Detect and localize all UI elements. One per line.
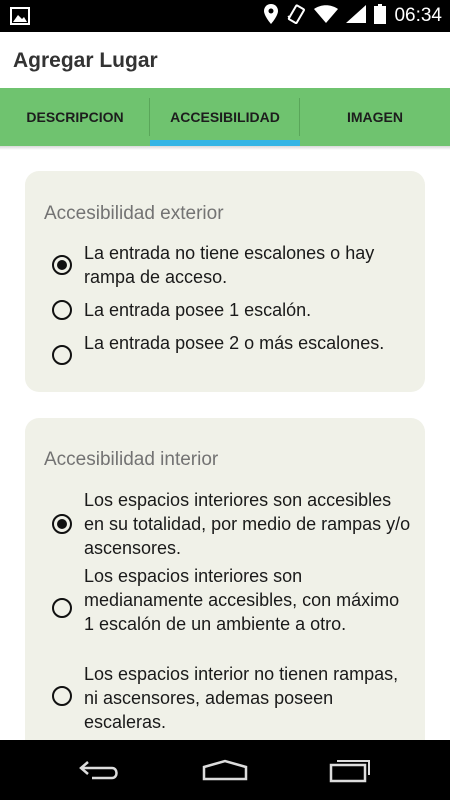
home-icon [202, 759, 248, 781]
radio-button[interactable] [52, 345, 72, 365]
interior-section-title: Accesibilidad interior [44, 449, 219, 470]
option-label: Los espacios interior no tienen rampas, … [84, 664, 399, 732]
exterior-section-title: Accesibilidad exterior [44, 203, 224, 224]
option-label: Los espacios interiores son accesibles e… [84, 490, 411, 558]
radio-button[interactable] [52, 300, 72, 320]
recent-apps-icon [329, 760, 370, 783]
clock: 06:34 [394, 5, 442, 26]
content-area[interactable]: Accesibilidad exterior La entrada no tie… [0, 150, 450, 740]
tab-label: ACCESIBILIDAD [170, 109, 280, 125]
option-label: La entrada posee 2 o más escalones. [84, 333, 385, 353]
navigation-bar [0, 740, 450, 800]
tab-accesibilidad[interactable]: ACCESIBILIDAD [150, 88, 300, 146]
exterior-accessibility-card: Accesibilidad exterior La entrada no tie… [25, 171, 425, 392]
page-title: Agregar Lugar [13, 49, 158, 72]
status-bar: 06:34 [0, 0, 450, 32]
action-bar: Agregar Lugar [0, 32, 450, 88]
location-icon [264, 3, 279, 29]
tab-descripcion[interactable]: DESCRIPCION [0, 88, 150, 146]
tab-label: IMAGEN [347, 109, 403, 125]
back-icon [79, 761, 118, 780]
recent-apps-button[interactable] [305, 740, 395, 800]
interior-accessibility-card: Accesibilidad interior Los espacios inte… [25, 418, 425, 740]
radio-button-checked[interactable] [52, 514, 72, 534]
radio-button[interactable] [52, 686, 72, 706]
option-label: La entrada no tiene escalones o hay ramp… [84, 243, 375, 287]
image-notification-icon [10, 7, 30, 30]
tab-bar: DESCRIPCION ACCESIBILIDAD IMAGEN [0, 88, 450, 146]
wifi-icon [314, 4, 339, 28]
radio-button[interactable] [52, 598, 72, 618]
tab-imagen[interactable]: IMAGEN [300, 88, 450, 146]
vibrate-icon [286, 3, 306, 29]
option-label: Los espacios interiores son medianamente… [84, 566, 400, 634]
battery-icon [374, 3, 387, 29]
option-label: La entrada posee 1 escalón. [84, 300, 312, 320]
back-button[interactable] [55, 740, 145, 800]
home-button[interactable] [180, 740, 270, 800]
radio-button-checked[interactable] [52, 255, 72, 275]
tab-label: DESCRIPCION [26, 109, 124, 125]
signal-icon [346, 4, 367, 28]
